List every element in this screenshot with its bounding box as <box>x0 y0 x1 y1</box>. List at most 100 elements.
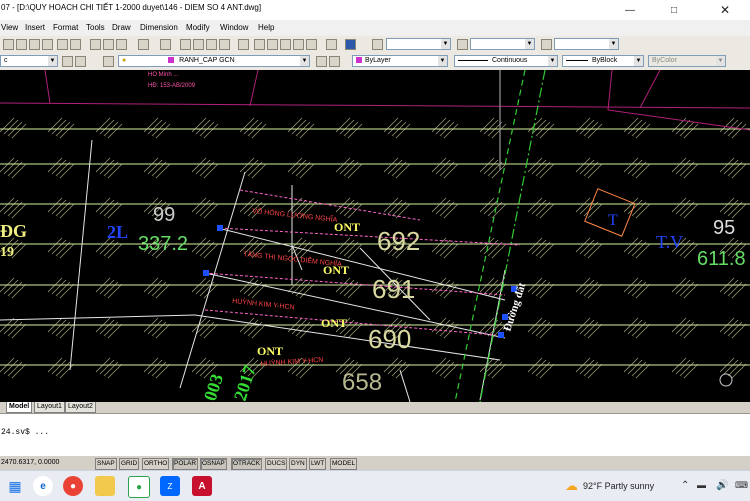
volume-icon[interactable]: 🔊 <box>716 480 728 491</box>
markup-icon[interactable] <box>293 39 304 50</box>
menu-dimension[interactable]: Dimension <box>140 23 178 32</box>
tab-model[interactable]: Model <box>6 402 33 413</box>
close-icon[interactable]: ✕ <box>703 0 747 20</box>
coccoc-icon[interactable]: ● <box>128 476 150 498</box>
file-explorer-icon[interactable] <box>95 476 115 496</box>
grid-toggle[interactable]: GRID <box>119 458 140 470</box>
bulb-icon: ● <box>122 57 127 64</box>
layer-states-icon[interactable] <box>103 56 114 67</box>
sheet-set-icon[interactable] <box>280 39 291 50</box>
menu-insert[interactable]: Insert <box>25 23 45 32</box>
menu-bar: View Insert Format Tools Draw Dimension … <box>0 20 750 36</box>
redo-icon[interactable] <box>160 39 171 50</box>
paste-icon[interactable] <box>116 39 127 50</box>
zoom-realtime-icon[interactable] <box>193 39 204 50</box>
make-current-icon[interactable] <box>316 56 327 67</box>
quickcalc-icon[interactable] <box>306 39 317 50</box>
design-center-icon[interactable] <box>254 39 265 50</box>
menu-view[interactable]: View <box>1 23 18 32</box>
chevron-up-icon[interactable]: ⌃ <box>681 480 689 491</box>
save-icon[interactable] <box>29 39 40 50</box>
network-icon[interactable]: ▬ <box>697 480 706 490</box>
tab-layout1[interactable]: Layout1 <box>34 402 65 413</box>
menu-tools[interactable]: Tools <box>86 23 105 32</box>
publish-icon[interactable] <box>70 39 81 50</box>
menu-window[interactable]: Window <box>220 23 248 32</box>
properties-icon[interactable] <box>238 39 249 50</box>
lot-691: 691 <box>372 274 415 304</box>
right-lot-t: T <box>608 212 618 229</box>
zoom-previous-icon[interactable] <box>219 39 230 50</box>
ortho-toggle[interactable]: ORTHO <box>142 458 170 470</box>
weather-text[interactable]: 92°F Partly sunny <box>583 481 654 491</box>
model-toggle[interactable]: MODEL <box>330 458 358 470</box>
cut-icon[interactable] <box>90 39 101 50</box>
copy-icon[interactable] <box>103 39 114 50</box>
text-style-icon[interactable] <box>372 39 383 50</box>
tab-layout2[interactable]: Layout2 <box>65 402 96 413</box>
otrack-toggle[interactable]: OTRACK <box>231 458 263 470</box>
tool-palettes-icon[interactable] <box>267 39 278 50</box>
command-line[interactable]: 24.sv$ ... <box>0 413 750 456</box>
help-icon[interactable] <box>345 39 356 50</box>
right-lot-code: T.V <box>656 232 683 252</box>
edge-icon[interactable]: e <box>33 476 53 496</box>
drawing-canvas[interactable]: HO Minh ... HĐ: 153-AB/2009 99 337.2 2L … <box>0 70 750 402</box>
lot-690: 690 <box>368 324 411 354</box>
ducs-toggle[interactable]: DUCS <box>265 458 288 470</box>
dim-style-combo[interactable]: ▼ <box>470 38 535 50</box>
table-style-icon[interactable] <box>541 39 552 50</box>
menu-help[interactable]: Help <box>258 23 274 32</box>
calculator-icon[interactable] <box>326 39 337 50</box>
lwt-toggle[interactable]: LWT <box>309 458 327 470</box>
table-style-combo[interactable]: ▼ <box>554 38 619 50</box>
plotstyle-combo[interactable]: ByColor ▼ <box>648 55 726 67</box>
dim-style-icon[interactable] <box>457 39 468 50</box>
menu-modify[interactable]: Modify <box>186 23 210 32</box>
new-icon[interactable] <box>3 39 14 50</box>
dyn-toggle[interactable]: DYN <box>289 458 307 470</box>
menu-draw[interactable]: Draw <box>112 23 131 32</box>
polar-toggle[interactable]: POLAR <box>172 458 199 470</box>
zalo-icon[interactable]: Z <box>160 476 180 496</box>
lot-left-tag: 2L <box>107 222 128 242</box>
minimize-icon[interactable]: — <box>608 0 652 20</box>
snap-toggle[interactable]: SNAP <box>95 458 117 470</box>
open-icon[interactable] <box>16 39 27 50</box>
standard-toolbar: ▼ ▼ ▼ <box>0 36 750 54</box>
chrome-icon[interactable]: ● <box>63 476 83 496</box>
keyboard-icon[interactable]: ⌨ <box>735 480 748 491</box>
title-bar: 07 - [D:\QUY HOACH CHI TIẾT 1-2000 duyet… <box>0 0 750 20</box>
linetype-combo[interactable]: Continuous ▼ <box>454 55 558 67</box>
maximize-icon[interactable]: □ <box>652 0 696 20</box>
lot-left-code: ĐG <box>0 221 27 241</box>
lot-658: 658 <box>342 369 382 396</box>
drawing-svg[interactable]: HO Minh ... HĐ: 153-AB/2009 99 337.2 2L … <box>0 70 750 402</box>
text-style-combo[interactable]: ▼ <box>386 38 451 50</box>
sheet-ref-label: HĐ: 153-AB/2009 <box>148 83 196 89</box>
menu-format[interactable]: Format <box>53 23 78 32</box>
osnap-toggle[interactable]: OSNAP <box>200 458 227 470</box>
owner-top-label: HO Minh ... <box>148 72 179 78</box>
ont-label-4: ONT <box>257 344 283 358</box>
ont-label-1: ONT <box>334 220 360 234</box>
workspace-combo[interactable]: c ▼ <box>0 55 58 67</box>
preview-icon[interactable] <box>57 39 68 50</box>
lot-left-code2: 19 <box>0 245 14 260</box>
workspace-settings-icon[interactable] <box>62 56 73 67</box>
window-title: 07 - [D:\QUY HOACH CHI TIẾT 1-2000 duyet… <box>1 3 262 12</box>
undo-icon[interactable] <box>138 39 149 50</box>
autocad-icon[interactable]: A <box>192 476 212 496</box>
status-bar: 2470.6317, 0.0000 SNAP GRID ORTHO POLAR … <box>0 455 750 471</box>
layer-manager-icon[interactable] <box>75 56 86 67</box>
pan-icon[interactable] <box>180 39 191 50</box>
layer-previous-icon[interactable] <box>329 56 340 67</box>
layer-combo[interactable]: ● RANH_CAP GCN ▼ <box>118 55 310 67</box>
color-combo[interactable]: ByLayer ▼ <box>352 55 448 67</box>
start-icon[interactable]: ▦ <box>5 476 25 496</box>
lineweight-combo[interactable]: ByBlock ▼ <box>562 55 644 67</box>
print-icon[interactable] <box>42 39 53 50</box>
zoom-window-icon[interactable] <box>206 39 217 50</box>
coordinate-readout: 2470.6317, 0.0000 <box>1 459 60 466</box>
right-lot-area: 611.8 <box>697 248 746 270</box>
